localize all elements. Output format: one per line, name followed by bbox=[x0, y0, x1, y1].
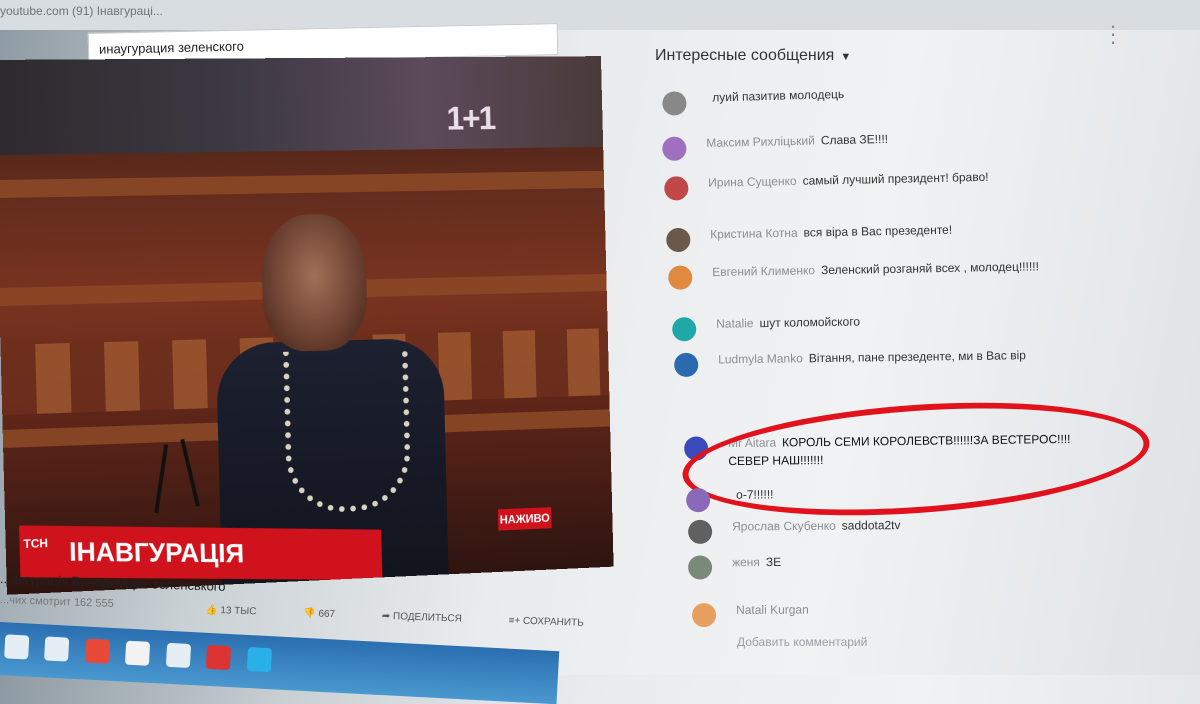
dislike-count: 667 bbox=[318, 609, 335, 621]
chat-author: Ирина Сущенко bbox=[708, 174, 797, 190]
share-button[interactable]: ➦ ПОДЕЛИТЬСЯ bbox=[382, 611, 484, 626]
live-badge: НАЖИВО bbox=[498, 507, 552, 530]
avatar bbox=[664, 176, 688, 200]
chat-text: шут коломойского bbox=[759, 315, 860, 331]
chat-input-row: Natali Kurgan bbox=[692, 599, 1132, 601]
chat-message: Ирина Сущенкосамый лучший президент! бра… bbox=[664, 165, 1104, 174]
save-button[interactable]: ≡+ СОХРАНИТЬ bbox=[508, 615, 606, 629]
avatar bbox=[662, 91, 687, 116]
taskbar-app-icon[interactable] bbox=[4, 634, 29, 659]
chat-message: женяЗЕ bbox=[688, 550, 1128, 553]
chat-message: луий пазитив молодець bbox=[662, 78, 1102, 90]
browser-chrome: youtube.com (91) Інавгураці... bbox=[0, 0, 1200, 30]
chrome-icon[interactable] bbox=[85, 639, 110, 664]
microphone bbox=[180, 439, 200, 507]
chat-text: Слава ЗЕ!!!! bbox=[821, 132, 888, 148]
chat-message: Кристина Котнався віра в Вас презеденте! bbox=[666, 218, 1106, 226]
chat-filter-dropdown[interactable]: Интересные сообщения ▼ bbox=[655, 47, 851, 65]
microphone bbox=[154, 444, 168, 513]
chat-message: Natalieшут коломойского bbox=[672, 309, 1112, 316]
avatar bbox=[666, 228, 690, 252]
avatar bbox=[688, 555, 712, 579]
chat-message: Ярослав Скубенкоsaddota2tv bbox=[688, 514, 1128, 518]
caret-down-icon: ▼ bbox=[840, 51, 851, 63]
like-count: 13 ТЫС bbox=[220, 605, 256, 617]
chat-message: Максим РихліцькийСлава ЗЕ!!!! bbox=[662, 125, 1102, 135]
red-highlight-circle bbox=[679, 389, 1153, 529]
taskbar-app-icon[interactable] bbox=[45, 636, 70, 661]
chat-text: Зеленский розганяй всех , молодец!!!!!! bbox=[821, 259, 1039, 277]
chat-text: Вітання, пане презеденте, ми в Вас вір bbox=[809, 348, 1026, 365]
avatar bbox=[674, 353, 698, 377]
speaker-head bbox=[260, 213, 368, 352]
wood-panel bbox=[0, 171, 604, 198]
view-count: ...чих смотрит 162 555 bbox=[0, 594, 114, 610]
chat-author: Евгений Клименко bbox=[712, 263, 815, 279]
tsn-small-logo: ТСН bbox=[23, 536, 48, 551]
tsn-corner-logo: ТСН bbox=[570, 576, 607, 594]
taskbar bbox=[0, 622, 559, 704]
opera-icon[interactable] bbox=[206, 645, 231, 670]
chat-message: Ludmyla MankoВітання, пане презеденте, м… bbox=[674, 345, 1114, 351]
dislike-button[interactable]: 👎 667 bbox=[303, 608, 357, 621]
video-actions: 👍 13 ТЫС 👎 667 ➦ ПОДЕЛИТЬСЯ ≡+ СОХРАНИТЬ bbox=[205, 605, 628, 631]
share-label: ПОДЕЛИТЬСЯ bbox=[393, 611, 462, 624]
video-player[interactable]: 1+1 ІНАВГУРАЦІЯ ПРЕЗИДЕНТА ТСН НАЖИВО ТС… bbox=[0, 56, 614, 595]
chat-author: Максим Рихліцький bbox=[706, 134, 815, 150]
chat-text: луий пазитив молодець bbox=[712, 87, 844, 104]
chat-header-label: Интересные сообщения bbox=[655, 47, 834, 64]
address-bar[interactable]: youtube.com (91) Інавгураці... bbox=[0, 4, 163, 18]
chat-text: ЗЕ bbox=[766, 555, 781, 569]
input-author: Natali Kurgan bbox=[736, 603, 809, 617]
chat-text: вся віра в Вас презеденте! bbox=[803, 223, 952, 240]
chat-author: женя bbox=[732, 555, 760, 569]
avatar bbox=[662, 136, 687, 161]
save-label: СОХРАНИТЬ bbox=[523, 616, 584, 629]
avatar bbox=[686, 488, 710, 512]
chat-message: Евгений КлименкоЗеленский розганяй всех … bbox=[668, 256, 1108, 264]
avatar bbox=[672, 317, 696, 341]
like-button[interactable]: 👍 13 ТЫС bbox=[205, 605, 279, 619]
channel-logo: 1+1 bbox=[446, 100, 495, 138]
add-comment-input[interactable]: Добавить комментарий bbox=[737, 635, 867, 649]
avatar bbox=[688, 520, 712, 544]
chat-text: saddota2tv bbox=[842, 518, 901, 533]
avatar bbox=[668, 265, 692, 289]
more-options-icon[interactable]: ··· bbox=[1108, 22, 1118, 46]
video-background-top bbox=[0, 56, 603, 155]
chat-text: о-7!!!!!! bbox=[736, 487, 774, 501]
taskbar-app-icon[interactable] bbox=[166, 643, 191, 668]
lower-third-banner: ІНАВГУРАЦІЯ ПРЕЗИДЕНТА bbox=[19, 525, 382, 580]
chat-author: Кристина Котна bbox=[710, 226, 798, 242]
chat-author: Ludmyla Manko bbox=[718, 351, 803, 366]
chat-author: Ярослав Скубенко bbox=[732, 519, 836, 534]
chat-text: самый лучший президент! браво! bbox=[802, 170, 988, 188]
user-avatar bbox=[692, 603, 716, 627]
presidential-chain bbox=[283, 348, 412, 514]
skype-icon[interactable] bbox=[246, 647, 271, 672]
yandex-icon[interactable] bbox=[125, 641, 150, 666]
chat-author: Natalie bbox=[716, 316, 754, 331]
